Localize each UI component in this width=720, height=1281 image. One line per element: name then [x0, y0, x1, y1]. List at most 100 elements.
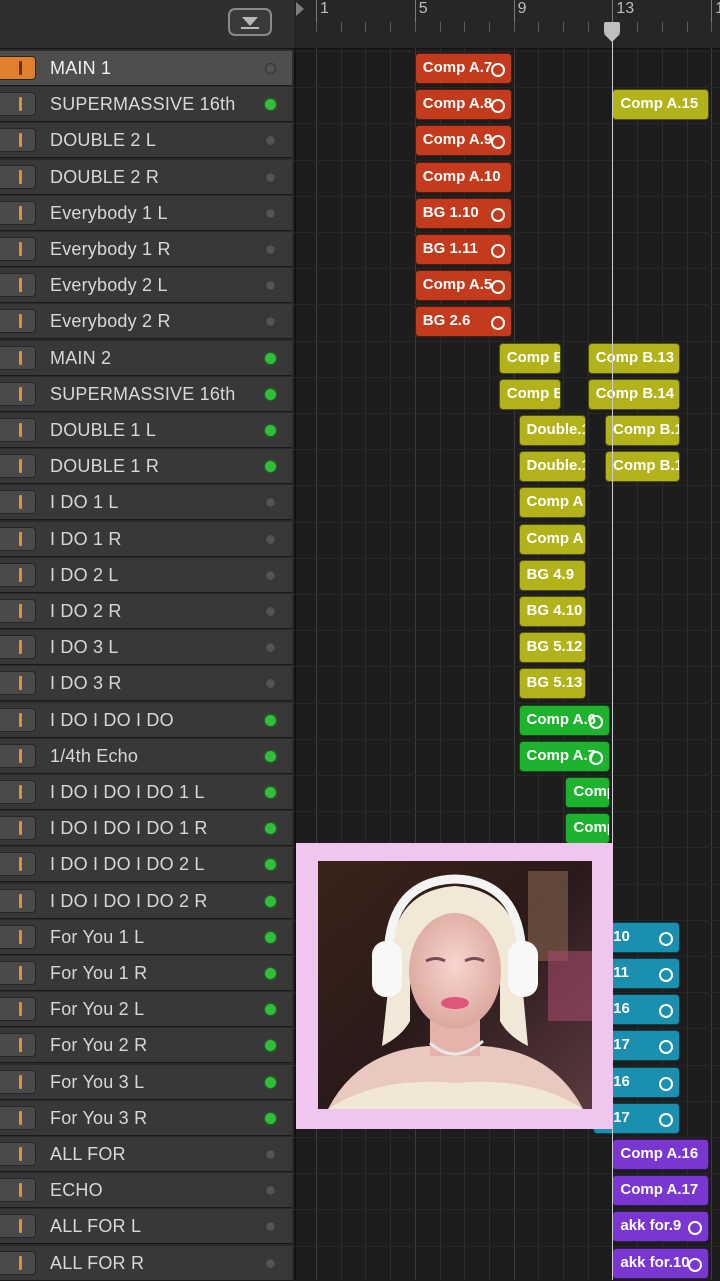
input-monitor-button[interactable] — [0, 816, 36, 841]
loop-circle-icon[interactable] — [658, 931, 673, 946]
loop-circle-icon[interactable] — [658, 968, 673, 982]
track-activity-led[interactable] — [265, 859, 276, 871]
timeline-ruler[interactable]: 1 5 9 13 17 — [294, 0, 720, 49]
track-row[interactable]: For You 2 L — [0, 992, 292, 1028]
input-monitor-button[interactable] — [0, 852, 36, 877]
audio-region[interactable]: Double.1 — [518, 415, 586, 446]
loop-circle-icon[interactable] — [490, 316, 505, 331]
track-activity-led[interactable] — [265, 1257, 276, 1269]
audio-region[interactable]: Comp A.5 — [414, 270, 512, 302]
input-monitor-button[interactable] — [0, 1250, 36, 1275]
audio-region[interactable]: Comp A.6 — [518, 704, 611, 736]
audio-region[interactable]: Comp B.1 — [604, 415, 680, 446]
input-monitor-button[interactable] — [0, 1178, 36, 1203]
track-row[interactable]: DOUBLE 2 L — [0, 123, 292, 159]
input-monitor-button[interactable] — [0, 128, 36, 153]
track-row[interactable]: MAIN 2 — [0, 340, 292, 376]
track-row[interactable]: DOUBLE 1 L — [0, 413, 292, 448]
input-monitor-button[interactable] — [0, 924, 36, 949]
loop-circle-icon[interactable] — [658, 1040, 673, 1055]
input-monitor-button[interactable] — [0, 961, 36, 985]
loop-circle-icon[interactable] — [658, 1004, 673, 1019]
track-activity-led[interactable] — [265, 244, 276, 255]
loop-circle-icon[interactable] — [490, 244, 505, 258]
track-row[interactable]: I DO 1 L — [0, 485, 292, 521]
track-activity-led[interactable] — [265, 388, 276, 400]
audio-region[interactable]: BG 4.10 — [518, 596, 586, 627]
audio-region[interactable]: Comp A — [518, 523, 586, 555]
track-row[interactable]: I DO I DO I DO 1 L — [0, 775, 292, 810]
track-row[interactable]: I DO 3 L — [0, 630, 292, 666]
loop-circle-icon[interactable] — [688, 1257, 703, 1272]
track-options-button[interactable] — [228, 8, 272, 36]
track-activity-led[interactable] — [265, 1185, 276, 1197]
track-activity-led[interactable] — [265, 606, 276, 617]
track-row[interactable]: I DO I DO I DO — [0, 702, 292, 738]
track-activity-led[interactable] — [265, 461, 276, 473]
track-activity-led[interactable] — [265, 968, 276, 979]
audio-region[interactable]: BG 1.10 — [414, 197, 512, 229]
audio-region[interactable]: Comp A.7 — [518, 740, 611, 772]
track-activity-led[interactable] — [265, 207, 276, 219]
track-row[interactable]: Everybody 2 L — [0, 268, 292, 304]
loop-circle-icon[interactable] — [490, 135, 505, 150]
track-row[interactable]: I DO 2 L — [0, 557, 292, 593]
audio-region[interactable]: Comp A.17 — [612, 1175, 710, 1207]
audio-region[interactable]: Comp B.1 — [604, 451, 680, 483]
audio-region[interactable]: BG 1.11 — [414, 234, 512, 265]
track-activity-led[interactable] — [265, 497, 276, 509]
track-activity-led[interactable] — [265, 533, 276, 545]
input-monitor-button[interactable] — [0, 780, 36, 804]
loop-circle-icon[interactable] — [589, 750, 604, 765]
track-row[interactable]: I DO 2 R — [0, 594, 292, 629]
track-activity-led[interactable] — [265, 1040, 276, 1052]
track-row[interactable]: For You 1 L — [0, 919, 292, 955]
input-monitor-button[interactable] — [0, 200, 36, 225]
audio-region[interactable]: Comp B — [498, 342, 561, 374]
playhead-handle[interactable] — [604, 22, 621, 34]
audio-region[interactable]: Comp B.13 — [587, 342, 680, 374]
loop-circle-icon[interactable] — [658, 1112, 673, 1127]
input-monitor-button[interactable] — [0, 345, 36, 370]
track-activity-led[interactable] — [265, 63, 276, 74]
track-activity-led[interactable] — [265, 714, 276, 726]
audio-region[interactable]: Comp — [565, 813, 611, 845]
track-activity-led[interactable] — [265, 895, 276, 907]
loop-circle-icon[interactable] — [658, 1076, 673, 1091]
track-activity-led[interactable] — [265, 280, 276, 292]
track-row[interactable]: For You 3 R — [0, 1100, 292, 1136]
input-monitor-button[interactable] — [0, 237, 36, 261]
input-monitor-button[interactable] — [0, 454, 36, 479]
audio-region[interactable]: Comp A.15 — [612, 89, 710, 121]
track-activity-led[interactable] — [265, 425, 276, 436]
audio-region[interactable]: Comp A.10 — [414, 161, 512, 193]
loop-circle-icon[interactable] — [490, 280, 505, 295]
track-row[interactable]: I DO I DO I DO 2 L — [0, 847, 292, 883]
track-row[interactable]: 1/4th Echo — [0, 738, 292, 774]
input-monitor-button[interactable] — [0, 599, 36, 623]
audio-region[interactable]: BG 5.13 — [518, 668, 586, 700]
track-activity-led[interactable] — [265, 1004, 276, 1016]
track-row[interactable]: Everybody 1 R — [0, 232, 292, 267]
audio-region[interactable]: akk for.9 — [612, 1211, 710, 1243]
track-row[interactable]: For You 2 R — [0, 1028, 292, 1064]
input-monitor-button[interactable] — [0, 1142, 36, 1166]
input-monitor-button[interactable] — [0, 56, 36, 80]
track-activity-led[interactable] — [265, 642, 276, 654]
track-activity-led[interactable] — [265, 171, 276, 183]
track-row[interactable]: I DO 1 R — [0, 521, 292, 557]
audio-region[interactable]: Comp A.8 — [414, 89, 512, 121]
input-monitor-button[interactable] — [0, 671, 36, 696]
input-monitor-button[interactable] — [0, 888, 36, 913]
track-activity-led[interactable] — [265, 931, 276, 943]
track-row[interactable]: For You 3 L — [0, 1064, 292, 1100]
track-row[interactable]: DOUBLE 2 R — [0, 159, 292, 195]
audio-region[interactable]: akk for.10 — [612, 1247, 710, 1279]
audio-region[interactable]: Double.1 — [518, 451, 586, 483]
track-row[interactable]: I DO 3 R — [0, 666, 292, 702]
track-row[interactable]: Everybody 1 L — [0, 195, 292, 231]
input-monitor-button[interactable] — [0, 562, 36, 587]
input-monitor-button[interactable] — [0, 273, 36, 298]
audio-region[interactable]: Comp B — [498, 378, 561, 410]
track-activity-led[interactable] — [265, 823, 276, 835]
